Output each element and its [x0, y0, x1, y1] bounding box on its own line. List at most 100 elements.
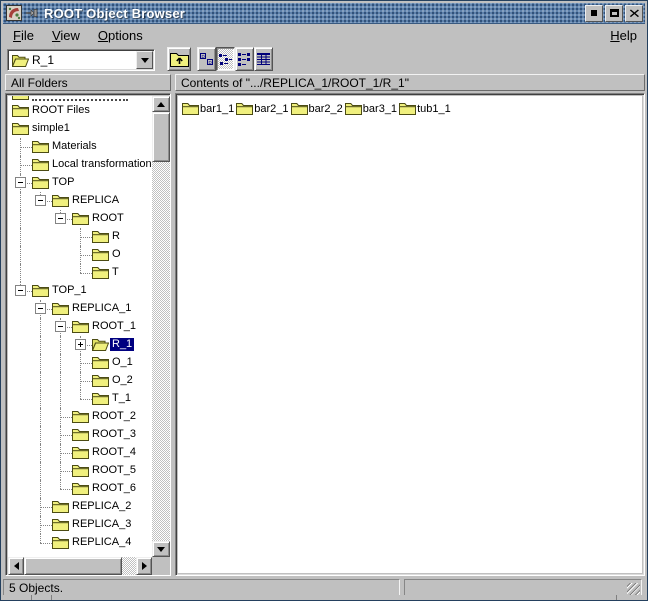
tree-row-label[interactable]: TOP_1: [50, 284, 89, 297]
tree-vertical-scrollbar[interactable]: [152, 96, 170, 557]
folder-icon[interactable]: [72, 320, 89, 333]
tree-row[interactable]: ROOT Files: [8, 102, 152, 120]
title-bar[interactable]: ROOT Object Browser ✕: [3, 3, 645, 24]
tree-row-label[interactable]: simple1: [30, 122, 72, 135]
folder-icon[interactable]: [32, 284, 49, 297]
tree-horizontal-scrollbar[interactable]: [8, 557, 152, 575]
expand-toggle-minus[interactable]: [15, 285, 26, 296]
tree-row-label[interactable]: REPLICA_2: [70, 500, 133, 513]
menu-help[interactable]: Help: [606, 26, 641, 45]
tree-row[interactable]: REPLICA_4: [8, 534, 152, 552]
folder-icon[interactable]: [32, 158, 49, 171]
tree-row[interactable]: ROOT_2: [8, 408, 152, 426]
tree-row[interactable]: T_1: [8, 390, 152, 408]
combobox-dropdown-button[interactable]: [136, 51, 153, 69]
folder-icon[interactable]: [32, 140, 49, 153]
contents-item[interactable]: bar2_1: [236, 101, 288, 116]
expand-toggle-plus[interactable]: [75, 339, 86, 350]
tree-row-label[interactable]: REPLICA_3: [70, 518, 133, 531]
tree-row[interactable]: REPLICA: [8, 192, 152, 210]
tree-row[interactable]: ROOT_6: [8, 480, 152, 498]
tree-row[interactable]: ROOT_3: [8, 426, 152, 444]
tree-row-label[interactable]: T: [110, 266, 121, 279]
tree-row[interactable]: REPLICA_1: [8, 300, 152, 318]
list-view-button[interactable]: [235, 47, 254, 71]
tree-row-label[interactable]: O_1: [110, 356, 135, 369]
contents-item[interactable]: bar3_1: [345, 101, 397, 116]
menu-options[interactable]: Options: [92, 26, 149, 45]
menu-view[interactable]: View: [46, 26, 86, 45]
tree-row[interactable]: ROOT: [8, 210, 152, 228]
folder-icon[interactable]: [52, 518, 69, 531]
folder-icon[interactable]: [92, 248, 109, 261]
tree-row[interactable]: ROOT_1: [8, 318, 152, 336]
tree-row-label[interactable]: REPLICA_1: [70, 302, 133, 315]
contents-item[interactable]: bar2_2: [291, 101, 343, 116]
tree-row[interactable]: ROOT_4: [8, 444, 152, 462]
folder-tree[interactable]: ROOT Files simple1 Materials Local transfor…: [8, 96, 152, 557]
contents-item[interactable]: tub1_1: [399, 101, 451, 116]
folder-up-button[interactable]: [167, 47, 191, 71]
folder-icon[interactable]: [72, 212, 89, 225]
scroll-left-button[interactable]: [8, 557, 24, 575]
minimize-button[interactable]: [585, 5, 603, 22]
tree-row-label[interactable]: ROOT_1: [90, 320, 138, 333]
small-icons-button[interactable]: [216, 47, 235, 71]
tree-row[interactable]: simple1: [8, 120, 152, 138]
scroll-up-button[interactable]: [152, 96, 170, 112]
tree-row-label[interactable]: REPLICA_4: [70, 536, 133, 549]
folder-icon[interactable]: [92, 392, 109, 405]
folder-icon[interactable]: [92, 266, 109, 279]
tree-row-label[interactable]: ROOT_5: [90, 464, 138, 477]
folder-icon[interactable]: [52, 302, 69, 315]
folder-icon[interactable]: [52, 500, 69, 513]
expand-toggle-minus[interactable]: [35, 195, 46, 206]
tree-row[interactable]: O: [8, 246, 152, 264]
tree-row[interactable]: R_1: [8, 336, 152, 354]
folder-icon[interactable]: [92, 356, 109, 369]
tree-row[interactable]: REPLICA_3: [8, 516, 152, 534]
expand-toggle-minus[interactable]: [35, 303, 46, 314]
folder-icon[interactable]: [72, 482, 89, 495]
folder-icon[interactable]: [92, 230, 109, 243]
tree-row[interactable]: TOP_1: [8, 282, 152, 300]
tree-row-label[interactable]: ROOT_6: [90, 482, 138, 495]
tree-row[interactable]: O_2: [8, 372, 152, 390]
tree-row-label[interactable]: REPLICA: [70, 194, 121, 207]
contents-list[interactable]: bar1_1bar2_1bar2_2bar3_1tub1_1: [178, 96, 642, 573]
expand-toggle-minus[interactable]: [15, 177, 26, 188]
expand-toggle-minus[interactable]: [55, 321, 66, 332]
tree-row[interactable]: REPLICA_2: [8, 498, 152, 516]
horizontal-scroll-thumb[interactable]: [24, 557, 122, 575]
maximize-button[interactable]: [605, 5, 623, 22]
folder-icon[interactable]: [12, 104, 29, 117]
folder-icon[interactable]: [72, 428, 89, 441]
tree-row[interactable]: ROOT_5: [8, 462, 152, 480]
folder-icon[interactable]: [32, 176, 49, 189]
tree-row-label[interactable]: T_1: [110, 392, 133, 405]
folder-open-icon[interactable]: [92, 338, 109, 351]
tree-row-label[interactable]: O: [110, 248, 123, 261]
tree-row[interactable]: O_1: [8, 354, 152, 372]
scroll-right-button[interactable]: [136, 557, 152, 575]
scroll-down-button[interactable]: [152, 541, 170, 557]
tree-row[interactable]: TOP: [8, 174, 152, 192]
tree-row-label[interactable]: ROOT_3: [90, 428, 138, 441]
tree-row[interactable]: Local transformations: [8, 156, 152, 174]
big-icons-button[interactable]: DD: [197, 47, 216, 71]
details-view-button[interactable]: [254, 47, 273, 71]
tree-row[interactable]: R: [8, 228, 152, 246]
tree-row-label[interactable]: TOP: [50, 176, 76, 189]
path-combobox[interactable]: R_1: [7, 49, 155, 71]
tree-row-label[interactable]: ROOT Files: [30, 104, 92, 117]
menu-file[interactable]: File: [7, 26, 40, 45]
vertical-scroll-thumb[interactable]: [152, 112, 170, 162]
folder-icon[interactable]: [72, 410, 89, 423]
tree-row-label[interactable]: Materials: [50, 140, 99, 153]
folder-icon[interactable]: [12, 122, 29, 135]
tree-row[interactable]: Materials: [8, 138, 152, 156]
folder-icon[interactable]: [72, 464, 89, 477]
tree-row-label[interactable]: O_2: [110, 374, 135, 387]
tree-row-label[interactable]: R_1: [110, 338, 134, 351]
tree-row-label[interactable]: R: [110, 230, 122, 243]
